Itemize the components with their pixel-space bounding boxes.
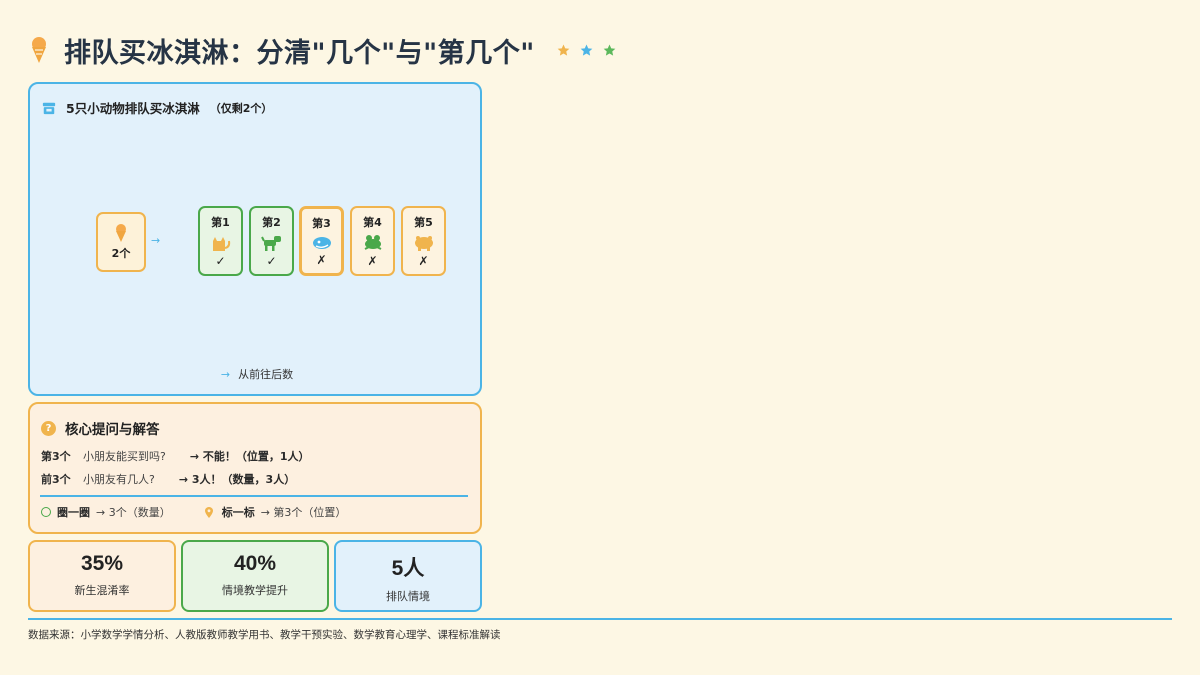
status-mark: ✗	[316, 253, 327, 267]
star-icon	[603, 44, 616, 56]
star-icon	[557, 44, 570, 56]
status-mark: ✗	[418, 254, 429, 268]
tip-text: → 第3个（位置）	[260, 506, 347, 519]
queue-card-subtitle: （仅剩2个）	[209, 101, 273, 115]
stock-box: 2个	[96, 212, 146, 272]
qa-card-header: ? 核心提问与解答	[41, 418, 160, 438]
store-icon	[42, 102, 56, 114]
animal-box-3: 第3 ✗	[299, 206, 344, 276]
animal-label: 第1	[211, 216, 230, 229]
queue-card-title: 5只小动物排队买冰淇淋	[66, 101, 200, 116]
ice-cream-icon	[116, 224, 126, 242]
qa-divider	[40, 495, 468, 497]
pin-icon	[204, 506, 213, 518]
qa-tips: 圈一圈 → 3个（数量） 标一标 → 第3个（位置）	[41, 504, 346, 520]
animal-label: 第5	[414, 216, 433, 229]
stat-label: 情境教学提升	[222, 584, 288, 597]
hippo-icon	[414, 236, 433, 251]
stat-card: 40% 情境教学提升	[181, 540, 329, 612]
circle-icon	[41, 507, 51, 517]
animal-label: 第2	[262, 216, 281, 229]
stat-value: 40%	[233, 552, 277, 575]
star-icon	[580, 44, 593, 56]
tip-bold: 标一标	[221, 506, 255, 519]
stat-card: 35% 新生混淆率	[28, 540, 176, 612]
animal-box-2: 第2 ✓	[249, 206, 294, 276]
direction-note: → 从前往后数	[30, 366, 484, 382]
title-row: 排队买冰淇淋：分清"几个"与"第几个"	[28, 30, 616, 70]
direction-arrow: →	[220, 368, 231, 381]
animal-box-5: 第5 ✗	[401, 206, 446, 276]
dog-icon	[260, 236, 281, 251]
queue-arrow: →	[151, 234, 161, 247]
stat-value: 35%	[80, 552, 124, 575]
queue-card-header: 5只小动物排队买冰淇淋 （仅剩2个）	[42, 98, 272, 117]
animal-box-1: 第1 ✓	[198, 206, 243, 276]
cat-icon	[212, 237, 230, 251]
qa-question: 小朋友能买到吗?	[83, 450, 166, 463]
qa-row: 第3个 小朋友能买到吗? → 不能！（位置，1人）	[41, 448, 310, 464]
animal-label: 第4	[363, 216, 382, 229]
status-mark: ✗	[367, 254, 378, 268]
otter-icon	[312, 237, 331, 249]
data-source: 数据来源：小学数学学情分析、人教版教师教学用书、教学干预实验、数学教育心理学、课…	[28, 629, 501, 641]
question-icon: ?	[41, 420, 56, 436]
queue-diagram: 2个 → 第1 ✓ 第2 ✓ 第3 ✗ 第4 ✗ 第5 ✗	[96, 206, 446, 278]
stat-card: 5人 排队情境	[334, 540, 482, 612]
qa-key: 第3个	[41, 450, 71, 463]
qa-card: ? 核心提问与解答 第3个 小朋友能买到吗? → 不能！（位置，1人） 前3个 …	[28, 402, 482, 534]
tip-bold: 圈一圈	[57, 506, 90, 519]
stock-label: 2个	[111, 247, 131, 260]
qa-answer: → 3人！（数量，3人）	[178, 473, 296, 486]
tip-text: → 3个（数量）	[96, 506, 171, 519]
direction-text: 从前往后数	[238, 368, 294, 381]
status-mark: ✓	[266, 254, 277, 268]
status-mark: ✓	[215, 254, 226, 268]
stat-label: 新生混淆率	[74, 584, 130, 597]
stat-label: 排队情境	[386, 590, 430, 603]
qa-card-title: 核心提问与解答	[65, 422, 160, 438]
frog-icon	[364, 235, 381, 250]
stat-value: 5人	[391, 557, 425, 580]
page-title: 排队买冰淇淋：分清"几个"与"第几个"	[64, 37, 535, 69]
animal-label: 第3	[312, 217, 331, 230]
footer-divider	[28, 618, 1172, 620]
decorative-stars	[557, 44, 616, 57]
queue-card: 5只小动物排队买冰淇淋 （仅剩2个） 2个 → 第1 ✓ 第2 ✓ 第3 ✗ 第…	[28, 82, 482, 396]
animal-box-4: 第4 ✗	[350, 206, 395, 276]
qa-row: 前3个 小朋友有几人? → 3人！（数量，3人）	[41, 471, 295, 487]
qa-question: 小朋友有几人?	[83, 473, 155, 486]
qa-key: 前3个	[41, 473, 71, 486]
ice-cream-icon	[32, 37, 46, 63]
qa-answer: → 不能！（位置，1人）	[189, 450, 310, 463]
